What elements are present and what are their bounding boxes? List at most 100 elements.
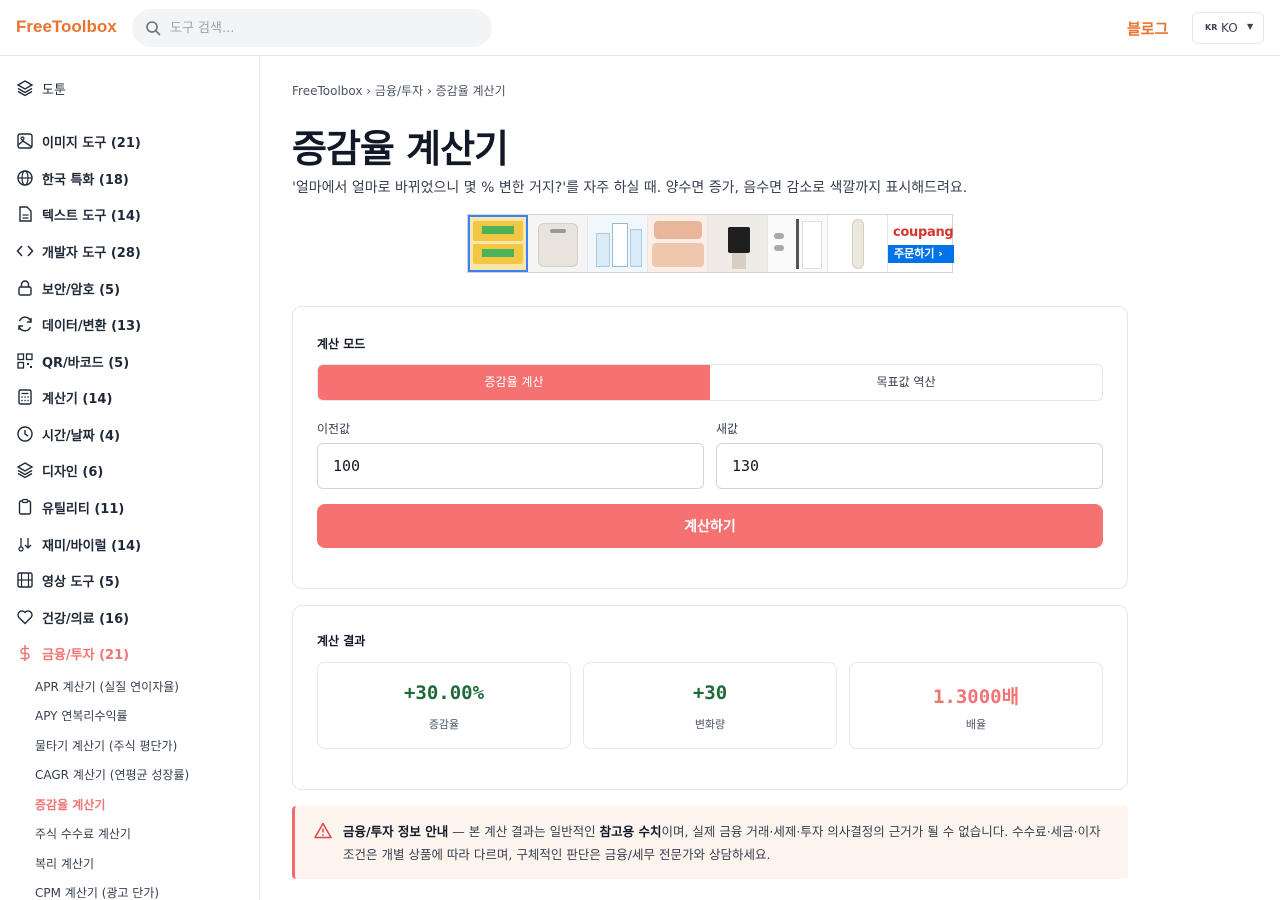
document-icon [19,206,32,222]
result-multiplier-value: 1.3000배 [932,686,1020,708]
breadcrumb-category[interactable]: 금융/투자 [375,84,423,98]
sidebar-item-label: 건강/의료 (16) [42,611,130,627]
search-icon [146,21,161,36]
result-change-box: +30 변화량 [583,662,837,749]
finance-notice: 금융/투자 정보 안내 — 본 계산 결과는 일반적인 참고용 수치이며, 실제… [292,806,1128,879]
top-header: FreeToolbox 블로그 KR KO ▼ [0,0,1280,56]
sidebar-item-data[interactable]: 데이터/변환 (13) [16,312,141,336]
sidebar-item-label: 재미/바이럴 (14) [42,538,142,554]
lock-icon [18,280,32,296]
sidebar-item-design[interactable]: 디자인 (6) [16,458,103,482]
sidebar-subitem-cpm[interactable]: CPM 계산기 (광고 단가) [35,884,159,900]
prev-value-input[interactable] [317,443,704,489]
result-multiplier-box: 1.3000배 배율 [849,662,1103,749]
sidebar-item-developer[interactable]: 개발자 도구 (28) [16,239,141,263]
sidebar-item-label: 개발자 도구 (28) [42,245,141,261]
sidebar-item-label: 시간/날짜 (4) [42,428,121,444]
search-bar[interactable] [132,9,492,47]
blog-link[interactable]: 블로그 [1127,18,1168,39]
result-change-value: +30 [692,682,728,704]
result-label: 계산 결과 [317,634,366,648]
sidebar-item-korea[interactable]: 한국 특화 (18) [16,166,129,190]
sidebar-item-fun[interactable]: 재미/바이럴 (14) [16,532,141,556]
sidebar-subitem-apr[interactable]: APR 계산기 (실질 연이자율) [35,678,179,695]
sidebar-item-label: 디자인 (6) [42,464,104,480]
ad-product-3[interactable] [588,215,648,272]
ad-product-2[interactable] [528,215,588,272]
layers-icon [16,80,34,97]
ad-product-6[interactable] [768,215,828,272]
ad-product-1[interactable] [468,215,528,272]
mode-option-rate[interactable]: 증감율 계산 [318,365,710,400]
clock-icon [17,426,33,442]
prev-value-label: 이전값 [317,422,351,436]
sidebar-item-image[interactable]: 이미지 도구 (21) [16,129,141,153]
sidebar-item-label: 금융/투자 (21) [42,647,130,663]
calculator-card: 계산 모드 증감율 계산 목표값 역산 이전값 새값 계산하기 [292,306,1128,589]
coupang-logo: coupang [893,225,954,240]
ad-product-5[interactable] [708,215,768,272]
sidebar-subitem-change-rate[interactable]: 증감율 계산기 [35,796,105,813]
ad-banner[interactable]: coupang 주문하기 › [467,214,954,273]
sidebar-subitem-averaging[interactable]: 물타기 계산기 (주식 평단가) [35,737,177,754]
globe-icon [17,170,33,186]
coupang-order-button[interactable]: 주문하기 › [888,245,954,263]
sidebar-item-time[interactable]: 시간/날짜 (4) [16,422,120,446]
sidebar-item-security[interactable]: 보안/암호 (5) [16,276,120,300]
dollar-icon [20,645,30,661]
sidebar-item-label: 데이터/변환 (13) [42,318,142,334]
sidebar-item-finance[interactable]: 금융/투자 (21) [16,641,129,665]
new-value-input[interactable] [716,443,1103,489]
sidebar-item-label: 이미지 도구 (21) [42,135,141,151]
page-description: '얼마에서 얼마로 바뀌었으니 몇 % 변한 거지?'를 자주 하실 때. 양수… [292,180,968,196]
sidebar-item-qr[interactable]: QR/바코드 (5) [16,349,129,373]
warning-icon [314,822,332,839]
chevron-down-icon: ▼ [1247,22,1254,31]
sidebar: 도툰 이미지 도구 (21) 한국 특화 (18) 텍스트 도구 (14) 개발… [0,56,260,900]
sidebar-item-text[interactable]: 텍스트 도구 (14) [16,202,141,226]
sidebar-item-label: 계산기 (14) [42,391,113,407]
breadcrumb-current: 증감율 계산기 [435,84,506,98]
new-value-label: 새값 [716,422,739,436]
language-label: KO [1221,21,1238,35]
sidebar-item-utility[interactable]: 유틸리티 (11) [16,495,124,519]
sidebar-subitem-cagr[interactable]: CAGR 계산기 (연평균 성장률) [35,766,189,783]
search-input[interactable] [170,9,480,47]
code-icon [16,245,34,257]
site-logo[interactable]: FreeToolbox [16,17,117,37]
image-icon [17,133,33,149]
sidebar-item-all[interactable]: 도툰 [16,76,66,100]
notice-text-pre: — 본 계산 결과는 일반적인 [448,824,600,839]
sidebar-item-label: 유틸리티 (11) [42,501,125,517]
sidebar-item-health[interactable]: 건강/의료 (16) [16,605,129,629]
result-rate-box: +30.00% 증감율 [317,662,571,749]
refresh-icon [18,316,32,332]
calculate-button[interactable]: 계산하기 [317,504,1103,548]
sidebar-subitem-compound[interactable]: 복리 계산기 [35,855,94,872]
notice-text: 금융/투자 정보 안내 — 본 계산 결과는 일반적인 참고용 수치이며, 실제… [343,820,1113,866]
ad-product-7[interactable] [828,215,888,272]
fun-icon [18,538,32,552]
result-card: 계산 결과 +30.00% 증감율 +30 변화량 1.3000배 배율 [292,605,1128,790]
film-icon [17,572,33,588]
page-title: 증감율 계산기 [292,127,509,171]
sidebar-item-label: QR/바코드 (5) [42,355,130,371]
sidebar-item-label: 한국 특화 (18) [42,172,129,188]
sidebar-item-video[interactable]: 영상 도구 (5) [16,568,120,592]
calculator-icon [18,389,32,405]
coupang-ad[interactable]: coupang 주문하기 › [888,215,954,272]
mode-option-target[interactable]: 목표값 역산 [710,365,1102,400]
ad-product-4[interactable] [648,215,708,272]
sidebar-item-label: 영상 도구 (5) [42,574,120,590]
sidebar-item-label: 보안/암호 (5) [42,282,121,298]
mode-label: 계산 모드 [317,337,366,351]
notice-title: 금융/투자 정보 안내 [343,824,449,839]
sidebar-subitem-stock-fee[interactable]: 주식 수수료 계산기 [35,825,131,842]
heart-icon [17,610,33,625]
language-selector[interactable]: KR KO ▼ [1192,12,1264,44]
breadcrumb: FreeToolbox › 금융/투자 › 증감율 계산기 [292,84,506,98]
breadcrumb-home[interactable]: FreeToolbox [292,84,362,98]
sidebar-item-calculator[interactable]: 계산기 (14) [16,385,112,409]
result-rate-value: +30.00% [403,682,485,704]
sidebar-subitem-apy[interactable]: APY 연복리수익률 [35,707,128,724]
